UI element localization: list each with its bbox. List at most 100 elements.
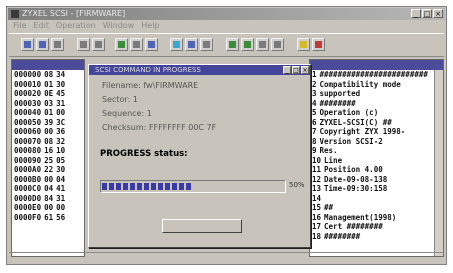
hex-cell: 84 (44, 193, 54, 203)
hex-row[interactable]: 000060 00 36 (12, 127, 84, 137)
hex-row[interactable]: 000020 0E 45 (12, 89, 84, 99)
log-line: 2 Compatibility mode (310, 80, 443, 90)
log-line-text: Management(1998) (324, 212, 397, 222)
log-line: 12 Date-09-08-138 (310, 175, 443, 185)
menu-edit[interactable]: Edit (33, 21, 49, 32)
cut-icon[interactable] (77, 38, 90, 51)
options-icon[interactable] (271, 38, 284, 51)
device-icon[interactable] (200, 38, 213, 51)
hex-row[interactable]: 000090 25 05 (12, 156, 84, 166)
log-panel-titlebar[interactable] (310, 60, 443, 70)
log-line-number: 16 (312, 212, 322, 222)
log-line-text: supported (319, 89, 361, 98)
copy-icon[interactable] (92, 38, 105, 51)
hex-row[interactable]: 000050 39 3C (12, 118, 84, 128)
help-icon[interactable] (312, 38, 325, 51)
flash-icon[interactable] (297, 38, 310, 51)
dialog-minimize-button[interactable]: _ (283, 66, 291, 74)
sector-label: Sector: 1 (102, 95, 138, 104)
hex-row[interactable]: 0000D0 84 31 (12, 194, 84, 204)
hex-cell: 45 (56, 89, 66, 98)
hex-row[interactable]: 000070 08 32 (12, 137, 84, 147)
hex-cell: 0E (44, 89, 54, 98)
hex-row[interactable]: 0000C0 04 41 (12, 184, 84, 194)
hex-cell: 31 (56, 193, 66, 203)
hex-cell: 000020 (14, 89, 42, 98)
hex-cell: 30 (56, 165, 66, 174)
log-line-text: Date-09-08-138 (324, 174, 388, 184)
hex-row[interactable]: 0000E0 00 00 (12, 203, 84, 213)
find-icon[interactable] (130, 38, 143, 51)
hex-row[interactable]: 000010 01 30 (12, 80, 84, 90)
log-line: 11 Position 4.00 (310, 165, 443, 175)
hex-cell: 36 (56, 127, 66, 136)
log-line-text: Cert ######## (324, 222, 383, 231)
log-line-number: 6 (312, 117, 317, 127)
log-line-number: 18 (312, 231, 322, 241)
hex-row[interactable]: 0000F0 61 56 (12, 213, 84, 223)
cancel-button[interactable] (162, 219, 242, 233)
log-line: 7 Copyright ZYX 1998- (310, 127, 443, 137)
hex-cell: 03 (44, 98, 54, 108)
hex-cell: 41 (56, 184, 66, 193)
sequence-label: Sequence: 1 (102, 109, 152, 118)
print-icon[interactable] (145, 38, 158, 51)
log-scrollbar[interactable] (434, 70, 443, 256)
log-line-text: ######## (319, 98, 356, 108)
log-line: 16 Management(1998) (310, 213, 443, 223)
maximize-button[interactable]: □ (422, 9, 432, 18)
log-line-number: 2 (312, 79, 317, 89)
menu-file[interactable]: File (13, 21, 26, 32)
scan-icon[interactable] (170, 38, 183, 51)
minimize-button[interactable]: _ (411, 9, 421, 18)
menu-operation[interactable]: Operation (56, 21, 96, 32)
menu-window[interactable]: Window (103, 21, 135, 32)
hex-row[interactable]: 000080 16 10 (12, 146, 84, 156)
hex-cell: 0000D0 (14, 193, 42, 203)
log-line: 4 ######## (310, 99, 443, 109)
log-line-number: 1 (312, 70, 317, 79)
hex-panel-titlebar[interactable] (12, 60, 84, 70)
hex-cell: 32 (56, 136, 66, 146)
hex-row[interactable]: 0000A0 22 30 (12, 165, 84, 175)
new-icon[interactable] (21, 38, 34, 51)
log-line-text: Version SCSI-2 (319, 136, 383, 146)
log-line-number: 14 (312, 193, 322, 203)
hex-row[interactable]: 0000B0 00 04 (12, 175, 84, 185)
hex-cell: 05 (56, 155, 66, 165)
log-line: 8 Version SCSI-2 (310, 137, 443, 147)
log-line: 6 ZYXEL-SCSI(C) ## (310, 118, 443, 128)
hex-row[interactable]: 000030 03 31 (12, 99, 84, 109)
dialog-close-button[interactable]: × (301, 66, 309, 74)
toolbar (9, 33, 444, 57)
write-icon[interactable] (241, 38, 254, 51)
window-titlebar[interactable]: ZYXEL SCSI - [FIRMWARE] _ □ × (8, 8, 445, 20)
log-line-number: 10 (312, 155, 322, 165)
paste-icon[interactable] (115, 38, 128, 51)
hex-row[interactable]: 000040 01 00 (12, 108, 84, 118)
dialog-titlebar[interactable]: SCSI COMMAND IN PROGRESS _ □ × (89, 65, 310, 75)
app-icon (11, 10, 19, 18)
bus-icon[interactable] (185, 38, 198, 51)
log-line: 10 Line (310, 156, 443, 166)
progress-percent: 50% (289, 181, 305, 189)
hex-cell: 000090 (14, 155, 42, 165)
menu-bar: File Edit Operation Window Help (9, 21, 160, 32)
hex-cell: 25 (44, 155, 54, 165)
hex-row[interactable]: 000000 08 34 (12, 70, 84, 80)
hex-cell: 31 (56, 98, 66, 108)
open-icon[interactable] (36, 38, 49, 51)
verify-icon[interactable] (256, 38, 269, 51)
save-icon[interactable] (51, 38, 64, 51)
log-line-number: 12 (312, 174, 322, 184)
close-button[interactable]: × (433, 9, 443, 18)
progress-dialog: SCSI COMMAND IN PROGRESS _ □ × Filename:… (88, 64, 311, 248)
dialog-maximize-button[interactable]: □ (292, 66, 300, 74)
read-icon[interactable] (226, 38, 239, 51)
log-line-text: Position 4.00 (324, 165, 383, 174)
hex-cell: 04 (56, 174, 66, 184)
menu-help[interactable]: Help (141, 21, 159, 32)
log-line-text: ZYXEL-SCSI(C) ## (319, 117, 392, 127)
log-line: 15 ## (310, 203, 443, 213)
log-line-number: 3 (312, 89, 317, 98)
